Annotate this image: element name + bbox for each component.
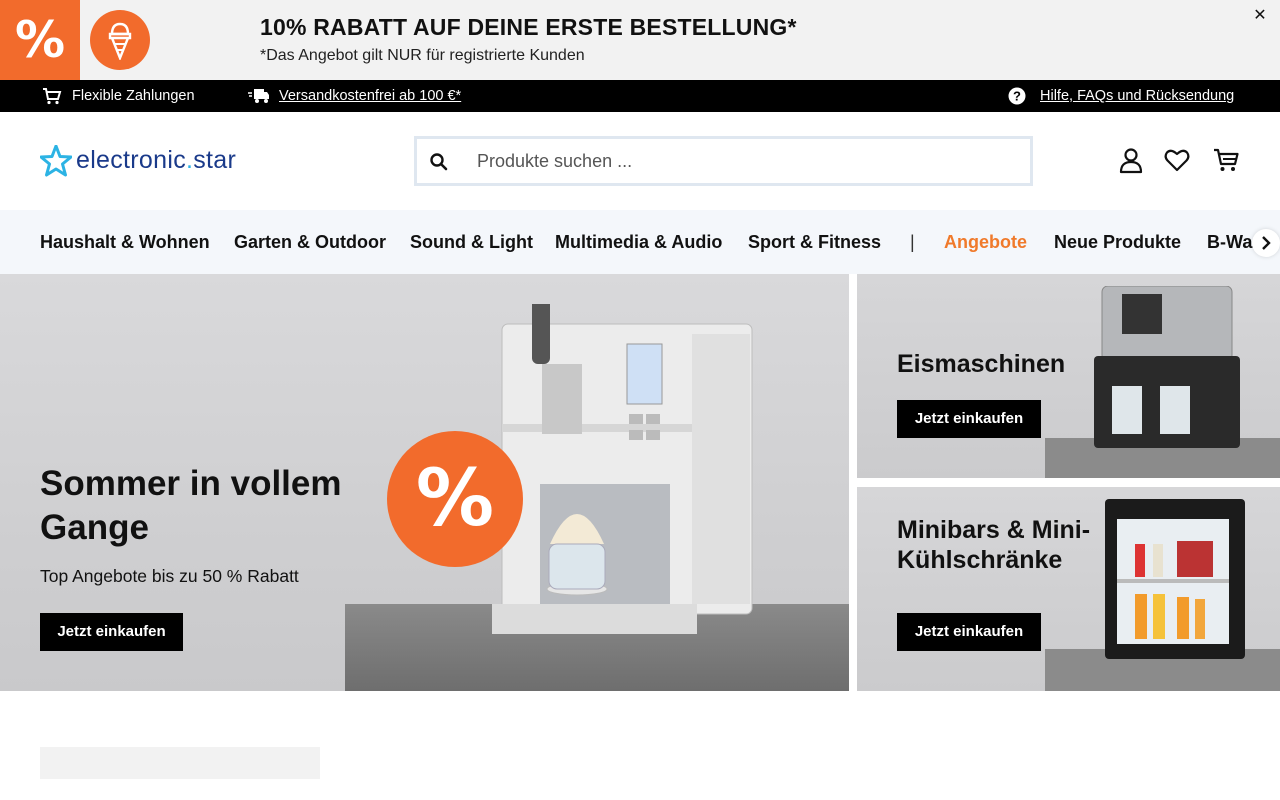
content-placeholder	[40, 747, 320, 779]
nav-item-sport[interactable]: Sport & Fitness	[748, 210, 881, 274]
chevron-right-icon	[1262, 236, 1271, 250]
svg-text:?: ?	[1013, 89, 1021, 104]
nav-item-sound[interactable]: Sound & Light	[410, 210, 533, 274]
nav-item-garten[interactable]: Garten & Outdoor	[234, 210, 386, 274]
promo-title: 10% RABATT AUF DEINE ERSTE BESTELLUNG*	[260, 14, 797, 40]
logo[interactable]: electronic.star	[40, 145, 300, 177]
nav-next-button[interactable]	[1252, 229, 1280, 257]
soft-serve-machine-image	[492, 304, 753, 634]
shipping-link[interactable]: Versandkostenfrei ab 100 €*	[248, 80, 488, 112]
search-box	[414, 136, 1033, 186]
hero-banner[interactable]: % Sommer in vollem Gange Top Angebote bi…	[0, 274, 849, 691]
main-nav: Haushalt & Wohnen Garten & Outdoor Sound…	[0, 210, 1280, 274]
close-icon[interactable]: ✕	[1250, 6, 1270, 26]
nav-item-angebote[interactable]: Angebote	[944, 210, 1027, 274]
percent-badge: %	[387, 431, 523, 567]
percent-badge: %	[0, 0, 80, 80]
help-link[interactable]: ? Hilfe, FAQs und Rücksendung	[1008, 80, 1248, 112]
minibar-image	[1105, 499, 1245, 659]
info-bar: Flexible Zahlungen Versandkostenfrei ab …	[0, 80, 1280, 112]
logo-text: electronic.star	[76, 146, 236, 175]
tile-title: Minibars & Mini-Kühlschränke	[897, 516, 1091, 574]
heart-icon[interactable]	[1163, 146, 1191, 174]
shipping-label: Versandkostenfrei ab 100 €*	[279, 88, 462, 104]
hero-title: Sommer in vollem Gange	[40, 464, 342, 547]
logo-main: electronic	[76, 146, 186, 174]
nav-separator: |	[910, 232, 915, 252]
nav-item-neue-produkte[interactable]: Neue Produkte	[1054, 210, 1181, 274]
account-icon[interactable]	[1117, 146, 1145, 174]
cart-icon	[43, 88, 62, 105]
promo-banner: % 10% RABATT AUF DEINE ERSTE BESTELLUNG*…	[0, 0, 1280, 80]
star-icon	[40, 145, 72, 177]
hero-subtitle: Top Angebote bis zu 50 % Rabatt	[40, 566, 299, 586]
search-input[interactable]	[477, 139, 1017, 183]
logo-end: star	[193, 146, 237, 174]
payments-info: Flexible Zahlungen	[42, 80, 212, 112]
nav-item-multimedia[interactable]: Multimedia & Audio	[555, 210, 722, 274]
truck-icon	[248, 89, 269, 103]
help-label: Hilfe, FAQs und Rücksendung	[1040, 88, 1235, 104]
tile-shop-button[interactable]: Jetzt einkaufen	[897, 613, 1041, 651]
site-header: electronic.star	[0, 112, 1280, 210]
ice-maker-image	[1094, 286, 1240, 448]
cart-icon[interactable]	[1212, 146, 1240, 174]
tile-shop-button[interactable]: Jetzt einkaufen	[897, 400, 1041, 438]
promo-subtitle: *Das Angebot gilt NUR für registrierte K…	[260, 47, 585, 64]
hero-shop-button[interactable]: Jetzt einkaufen	[40, 613, 183, 651]
tile-title: Eismaschinen	[897, 350, 1066, 378]
ice-cream-icon	[90, 10, 150, 70]
help-icon: ?	[1008, 87, 1026, 105]
search-icon[interactable]	[429, 152, 449, 172]
tile-minibars[interactable]: Minibars & Mini-Kühlschränke Jetzt einka…	[857, 487, 1280, 691]
nav-item-haushalt[interactable]: Haushalt & Wohnen	[40, 210, 210, 274]
tile-eismaschinen[interactable]: Eismaschinen Jetzt einkaufen	[857, 274, 1280, 478]
payments-label: Flexible Zahlungen	[72, 88, 195, 104]
